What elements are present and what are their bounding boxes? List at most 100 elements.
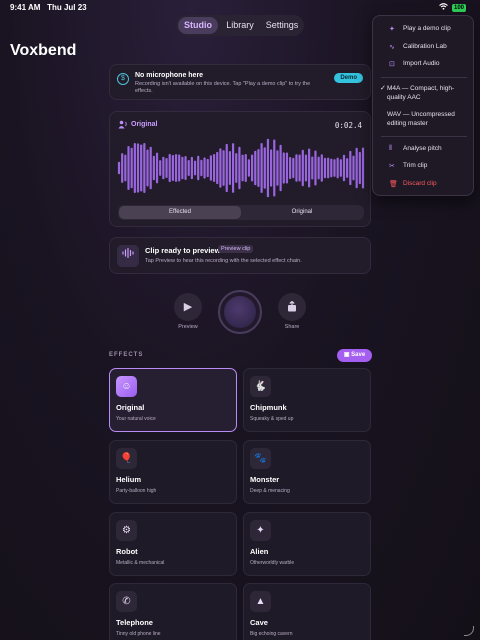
waveform-bar bbox=[323, 157, 327, 179]
effect-tile-telephone[interactable]: ✆ Telephone Tinny old phone line bbox=[109, 583, 237, 640]
waveform[interactable] bbox=[116, 136, 366, 200]
tab-library[interactable]: Library bbox=[220, 17, 260, 34]
waveform-bar bbox=[197, 155, 200, 181]
preview-badge: Preview clip bbox=[218, 245, 254, 253]
preview-text: Tap Preview to hear this recording with … bbox=[145, 258, 302, 264]
waveform-bar bbox=[155, 152, 159, 184]
toggle-original[interactable]: Original bbox=[241, 206, 363, 219]
waveform-bar bbox=[238, 146, 241, 190]
sparkle-icon: ✦ bbox=[389, 26, 395, 33]
waveform-bar bbox=[152, 155, 155, 181]
effect-name: Alien bbox=[250, 547, 269, 556]
waveform-bar bbox=[247, 159, 251, 177]
effect-tile-helium[interactable]: 🎈 Helium Party-balloon high bbox=[109, 440, 237, 504]
waveform-bar bbox=[257, 149, 260, 187]
effect-name: Robot bbox=[116, 547, 138, 556]
waveform-bar bbox=[292, 157, 295, 179]
waveform-bar bbox=[193, 160, 197, 176]
waveform-bar bbox=[342, 154, 346, 182]
share-icon bbox=[287, 300, 297, 315]
balloon-icon: 🎈 bbox=[116, 448, 137, 469]
waveform-bar bbox=[181, 156, 184, 180]
waveform-bar bbox=[133, 142, 136, 194]
waveform-bar bbox=[117, 161, 121, 175]
effect-name: Telephone bbox=[116, 618, 153, 627]
waveform-icon bbox=[117, 245, 139, 267]
waveform-bar bbox=[298, 154, 301, 182]
hare-icon: 🐇 bbox=[250, 376, 271, 397]
effects-heading: EFFECTS bbox=[109, 352, 144, 358]
waveform-bar bbox=[311, 156, 314, 180]
waveform-time: 0:02.4 bbox=[334, 121, 362, 130]
waveform-title: Original bbox=[131, 121, 158, 128]
status-time: 9:41 AM Thu Jul 23 bbox=[10, 3, 87, 12]
waveform-bar bbox=[317, 156, 320, 180]
main-tabs: Studio Library Settings bbox=[176, 15, 304, 36]
waveform-bar bbox=[352, 155, 355, 181]
effect-tile-robot[interactable]: ⚙ Robot Metallic & mechanical bbox=[109, 512, 237, 576]
waveform-bar bbox=[333, 159, 336, 177]
resize-corner-icon bbox=[464, 626, 474, 636]
save-button[interactable]: ▣ Save bbox=[337, 349, 372, 362]
effect-name: Monster bbox=[250, 475, 280, 484]
waveform-bar bbox=[320, 154, 323, 182]
waveform-bar bbox=[228, 150, 232, 186]
play-icon: ▶ bbox=[183, 301, 193, 313]
sparkles-icon: ✦ bbox=[250, 520, 271, 541]
effect-subtitle: Metallic & mechanical bbox=[116, 560, 165, 566]
waveform-bar bbox=[361, 147, 365, 189]
waveform-bar bbox=[304, 154, 308, 182]
waveform-bar bbox=[200, 159, 203, 177]
waveform-bar bbox=[295, 154, 298, 182]
options-menu: ✦ Play a demo clip ∿ Calibration Lab ⊡ I… bbox=[372, 15, 474, 196]
share-button[interactable] bbox=[278, 293, 306, 321]
waveform-bar bbox=[149, 146, 152, 190]
waveform-bar bbox=[273, 139, 276, 197]
effect-subtitle: Otherworldly warble bbox=[250, 560, 295, 566]
gears-icon: ⚙ bbox=[116, 520, 137, 541]
waveform-bar bbox=[308, 148, 311, 188]
effect-tile-original[interactable]: ☺ Original Your natural voice bbox=[109, 368, 237, 432]
no-mic-banner: $ No microphone here Recording isn't ava… bbox=[109, 64, 371, 100]
waveform-icon: ∿ bbox=[389, 44, 395, 51]
tab-studio[interactable]: Studio bbox=[178, 17, 218, 34]
waveform-bar bbox=[349, 150, 352, 186]
waveform-bar bbox=[219, 148, 222, 188]
phone-icon: ✆ bbox=[116, 591, 137, 612]
demo-button[interactable]: Demo bbox=[334, 73, 363, 83]
scissors-icon: ✂ bbox=[389, 163, 395, 170]
effect-tile-cave[interactable]: ▲ Cave Big echoing cavern bbox=[243, 583, 371, 640]
waveform-bar bbox=[282, 152, 285, 184]
waveform-card: Original 0:02.4 Effected Original bbox=[109, 111, 371, 227]
info-dollar-icon: $ bbox=[117, 73, 129, 85]
waveform-bar bbox=[178, 154, 181, 182]
effect-subtitle: Party-balloon high bbox=[116, 488, 157, 494]
waveform-badge-icon: ⫴ bbox=[389, 145, 392, 152]
effect-tile-monster[interactable]: 🐾 Monster Deep & menacing bbox=[243, 440, 371, 504]
tab-settings[interactable]: Settings bbox=[262, 17, 302, 34]
trash-icon: 🗑 bbox=[389, 181, 398, 188]
waveform-bar bbox=[270, 149, 273, 187]
waveform-bar bbox=[260, 143, 263, 193]
preview-button[interactable]: ▶ bbox=[174, 293, 202, 321]
waveform-bar bbox=[254, 150, 257, 186]
waveform-bar bbox=[266, 138, 270, 198]
effect-tile-alien[interactable]: ✦ Alien Otherworldly warble bbox=[243, 512, 371, 576]
preview-card[interactable]: Clip ready to preview Preview clip Tap P… bbox=[109, 237, 371, 274]
import-icon: ⊡ bbox=[389, 61, 395, 68]
waveform-bar bbox=[203, 157, 206, 179]
waveform-bar bbox=[168, 153, 171, 183]
waveform-bar bbox=[314, 150, 317, 186]
wifi-icon bbox=[439, 3, 448, 12]
app-title: Voxbend bbox=[10, 42, 77, 59]
waveform-bar bbox=[187, 160, 190, 176]
waveform-bar bbox=[190, 156, 193, 180]
waveform-bar bbox=[143, 143, 146, 193]
toggle-effected[interactable]: Effected bbox=[119, 206, 241, 219]
waveform-bar bbox=[346, 158, 349, 178]
preview-label: Preview bbox=[178, 324, 198, 330]
effect-tile-chipmunk[interactable]: 🐇 Chipmunk Squeaky & sped up bbox=[243, 368, 371, 432]
pawprint-icon: 🐾 bbox=[250, 448, 271, 469]
record-button[interactable] bbox=[218, 290, 262, 334]
save-label: Save bbox=[351, 352, 366, 358]
